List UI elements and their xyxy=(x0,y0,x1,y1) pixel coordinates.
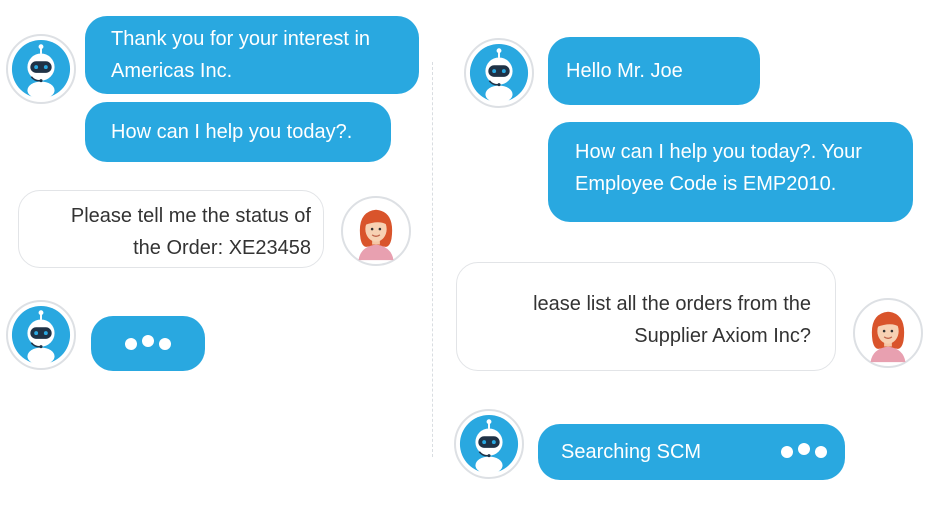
user-message-text: Please tell me the status of the Order: … xyxy=(70,205,311,259)
bot-avatar xyxy=(6,34,76,104)
typing-dots-icon xyxy=(781,443,827,458)
user-message-bubble: Please tell me the status of the Order: … xyxy=(18,190,324,268)
user-message-bubble: lease list all the orders from the Suppl… xyxy=(456,262,836,371)
user-avatar xyxy=(853,298,923,368)
bot-avatar xyxy=(464,38,534,108)
bot-message-bubble: How can I help you today?. xyxy=(85,102,391,162)
bot-message-bubble: Thank you for your interest in Americas … xyxy=(85,16,419,94)
bot-message-text: How can I help you today?. xyxy=(111,121,353,143)
user-avatar xyxy=(341,196,411,266)
bot-message-text: How can I help you today?. Your Employee… xyxy=(575,141,862,195)
chat-divider xyxy=(432,62,433,457)
user-message-text: lease list all the orders from the Suppl… xyxy=(533,293,811,347)
bot-message-text: Thank you for your interest in Americas … xyxy=(111,28,371,82)
status-message-bubble: Searching SCM xyxy=(538,424,845,480)
bot-message-bubble: Hello Mr. Joe xyxy=(548,37,760,105)
bot-avatar xyxy=(454,409,524,479)
woman-avatar-icon xyxy=(345,200,407,262)
robot-icon xyxy=(458,413,520,475)
robot-icon xyxy=(10,38,72,100)
bot-message-text: Hello Mr. Joe xyxy=(566,60,683,82)
typing-dots-icon xyxy=(125,334,171,350)
woman-avatar-icon xyxy=(857,302,919,364)
robot-icon xyxy=(10,304,72,366)
typing-indicator-bubble xyxy=(91,316,205,371)
robot-icon xyxy=(468,42,530,104)
bot-message-bubble: How can I help you today?. Your Employee… xyxy=(548,122,913,222)
bot-avatar xyxy=(6,300,76,370)
status-message-text: Searching SCM xyxy=(561,441,702,463)
